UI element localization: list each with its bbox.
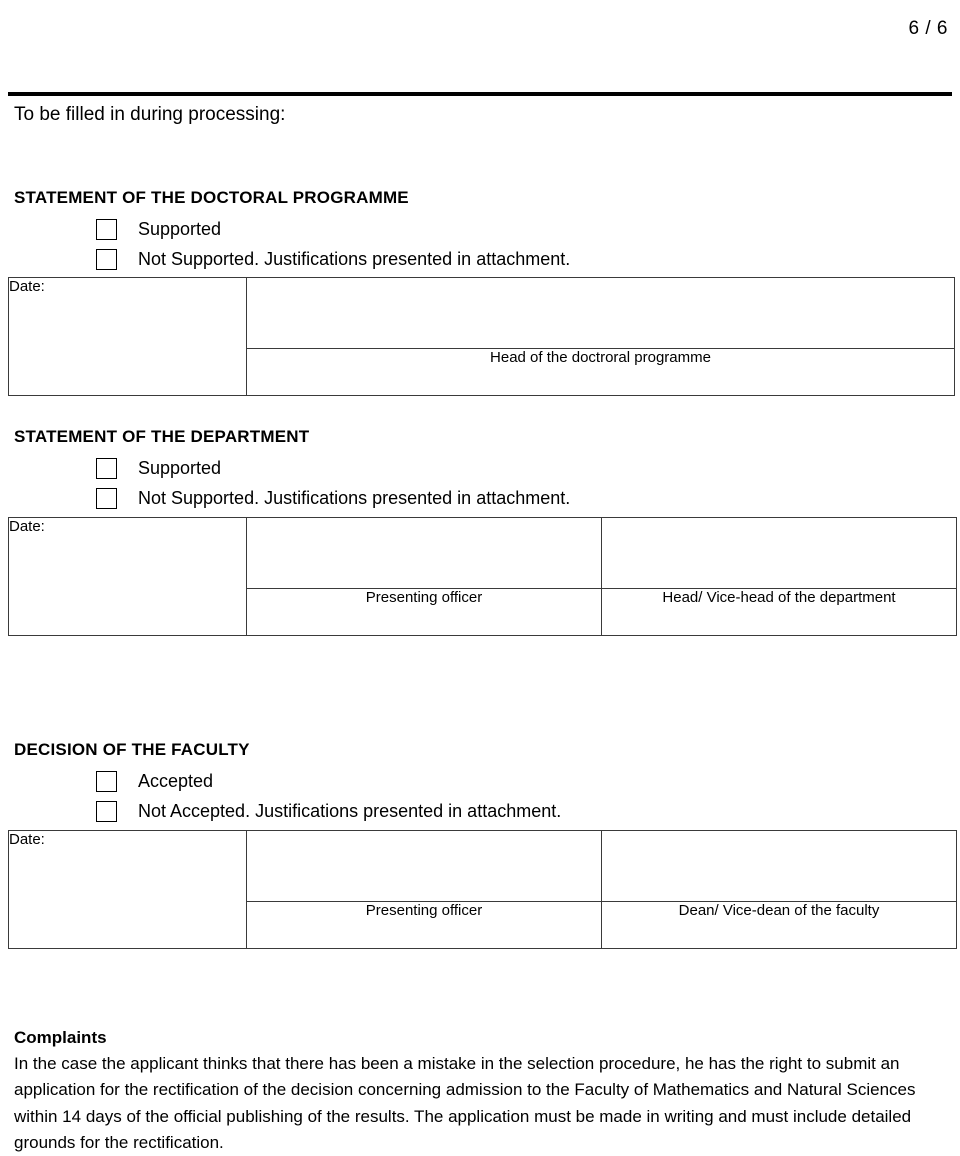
option-row[interactable]: Not Supported. Justifications presented …: [96, 483, 570, 513]
header-divider: [8, 92, 952, 96]
signature-blank-cell[interactable]: [601, 517, 957, 589]
page-number: 6 / 6: [908, 18, 948, 39]
signature-table: Date: Presenting officer Head/ Vice-head…: [8, 517, 957, 636]
option-label: Supported: [138, 457, 222, 478]
complaints-title: Complaints: [14, 1028, 107, 1047]
section-title: STATEMENT OF THE DEPARTMENT: [14, 427, 310, 446]
signature-blank-cell[interactable]: [246, 830, 602, 902]
signature-label-cell: Head/ Vice-head of the department: [601, 588, 957, 636]
option-group: Supported Not Supported. Justifications …: [96, 214, 570, 274]
option-row[interactable]: Not Accepted. Justifications presented i…: [96, 796, 561, 826]
date-cell[interactable]: Date:: [8, 830, 247, 949]
signature-blank-cell[interactable]: [601, 830, 957, 902]
signature-table: Date: Head of the doctroral programme: [8, 277, 955, 396]
checkbox-icon[interactable]: [96, 487, 117, 509]
option-label: Not Supported. Justifications presented …: [138, 487, 571, 508]
date-cell[interactable]: Date:: [8, 517, 247, 636]
signature-label: Presenting officer: [365, 902, 483, 919]
option-label: Not Supported. Justifications presented …: [138, 248, 571, 269]
signature-label-cell: Dean/ Vice-dean of the faculty: [601, 901, 957, 949]
checkbox-icon[interactable]: [96, 248, 117, 270]
signature-label: Presenting officer: [365, 589, 483, 606]
section-title: STATEMENT OF THE DOCTORAL PROGRAMME: [14, 188, 409, 207]
document-page: 6 / 6 To be filled in during processing:…: [0, 0, 960, 1156]
signature-label-cell: Presenting officer: [246, 588, 602, 636]
signature-label: Dean/ Vice-dean of the faculty: [678, 902, 880, 919]
option-row[interactable]: Supported: [96, 214, 570, 244]
checkbox-icon[interactable]: [96, 218, 117, 240]
section-title: DECISION OF THE FACULTY: [14, 740, 250, 759]
complaints-body: In the case the applicant thinks that th…: [14, 1054, 916, 1153]
signature-blank-cell[interactable]: [246, 517, 602, 589]
option-row[interactable]: Not Supported. Justifications presented …: [96, 244, 570, 274]
signature-table: Date: Presenting officer Dean/ Vice-dean…: [8, 830, 957, 949]
table-row: Date:: [8, 517, 957, 636]
option-label: Accepted: [138, 770, 214, 791]
option-label: Supported: [138, 218, 222, 239]
option-group: Accepted Not Accepted. Justifications pr…: [96, 766, 561, 826]
complaints-section: Complaints In the case the applicant thi…: [14, 1028, 948, 1156]
checkbox-icon[interactable]: [96, 770, 117, 792]
date-cell[interactable]: Date:: [8, 277, 247, 396]
signature-label: Head/ Vice-head of the department: [662, 589, 896, 606]
checkbox-icon[interactable]: [96, 457, 117, 479]
signature-label-cell: Presenting officer: [246, 901, 602, 949]
signature-label-cell: Head of the doctroral programme: [246, 348, 955, 396]
option-group: Supported Not Supported. Justifications …: [96, 453, 570, 513]
intro-instruction: To be filled in during processing:: [14, 104, 286, 125]
signature-label: Head of the doctroral programme: [490, 349, 711, 366]
option-row[interactable]: Supported: [96, 453, 570, 483]
table-row: Date:: [8, 277, 955, 396]
option-label: Not Accepted. Justifications presented i…: [138, 800, 562, 821]
table-row: Date:: [8, 830, 957, 949]
signature-blank-cell[interactable]: [246, 277, 955, 349]
option-row[interactable]: Accepted: [96, 766, 561, 796]
checkbox-icon[interactable]: [96, 800, 117, 822]
